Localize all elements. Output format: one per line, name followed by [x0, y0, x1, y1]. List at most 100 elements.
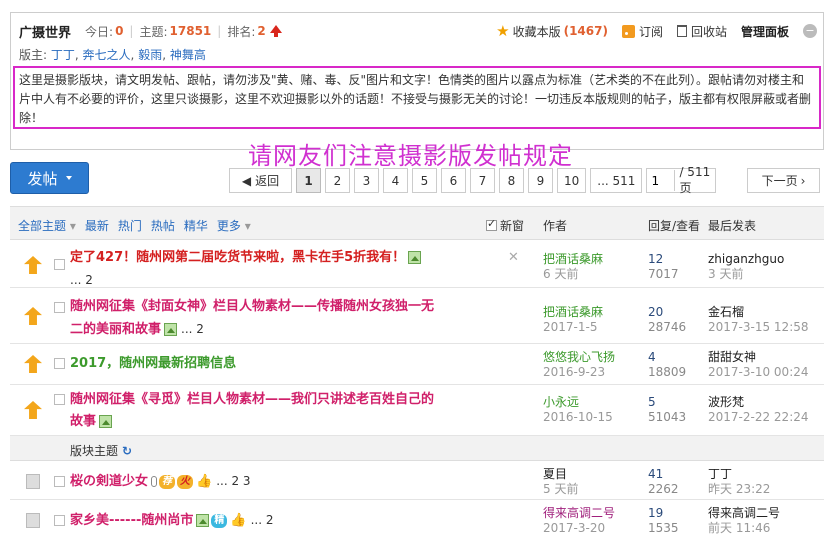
author-link[interactable]: 悠悠我心飞扬 — [543, 350, 615, 365]
reply-count[interactable]: 19 — [648, 506, 663, 520]
moderator-link[interactable]: 神舞高 — [170, 48, 206, 62]
forum-header: 广摄世界 今日: 0 | 主题: 17851 | 排名: 2 ★ 收藏本版 (1467) … — [10, 12, 824, 150]
sticky-top-icon — [24, 401, 42, 419]
star-icon: ★ — [496, 22, 510, 40]
close-icon[interactable]: ✕ — [508, 250, 519, 265]
last-poster-link[interactable]: zhiganzhguo — [708, 252, 784, 266]
author-link[interactable]: 把酒话桑麻 — [543, 252, 603, 267]
filter-digest[interactable]: 精华 — [184, 217, 208, 234]
subscribe-link[interactable]: 订阅 — [621, 23, 663, 40]
next-page-button[interactable]: 下一页 › — [747, 168, 820, 193]
page-link[interactable]: 10 — [557, 168, 587, 193]
refresh-icon[interactable]: ↻ — [122, 444, 132, 458]
moderator-link[interactable]: 丁丁 — [51, 48, 75, 62]
thread-title-link[interactable]: 桜の剣道少女 — [70, 474, 148, 489]
sticky-top-icon — [24, 307, 42, 325]
last-page-link[interactable]: ... 511 — [590, 168, 643, 193]
page-jump-input[interactable] — [647, 170, 676, 191]
last-poster-link[interactable]: 金石榴 — [708, 305, 744, 319]
thread-pages[interactable]: ... 2 — [181, 322, 204, 336]
thread-title-link[interactable]: 2017，随州网最新招聘信息 — [70, 356, 236, 371]
new-window-checkbox[interactable] — [486, 217, 497, 231]
manage-panel-link[interactable]: 管理面板 — [741, 23, 789, 40]
page-link[interactable]: 2 — [325, 168, 350, 193]
page-link[interactable]: 1 — [296, 168, 321, 193]
rank-up-icon — [269, 25, 282, 37]
thread-title-link[interactable]: 随州网征集《寻觅》栏目人物素材——我们只讲述老百姓自己的 — [70, 392, 434, 407]
table-row: 桜の剣道少女荐火 👍... 2 3 夏目 5 天前 41 2262 丁丁 昨天 23:2… — [10, 462, 824, 500]
recommend-badge: 荐 — [159, 474, 176, 489]
page-link[interactable]: 5 — [412, 168, 437, 193]
new-window-toggle[interactable]: 新窗 — [486, 217, 524, 234]
notice-text: 请网友们注意摄影版发帖规定 — [248, 142, 573, 170]
filter-all[interactable]: 全部主题 — [18, 217, 76, 234]
table-row: 随州网征集《封面女神》栏目人物素材——传播随州女孩独一无 二的美丽和故事 ... … — [10, 289, 824, 344]
chevron-down-icon — [65, 176, 72, 180]
thread-title-link[interactable]: 家乡美------随州尚市 — [70, 513, 193, 528]
row-checkbox[interactable] — [54, 515, 65, 526]
page-link[interactable]: 7 — [470, 168, 495, 193]
author-link[interactable]: 得来高调二号 — [543, 506, 615, 521]
sticky-top-icon — [24, 256, 42, 274]
recycle-bin-link[interactable]: 回收站 — [676, 23, 727, 40]
reply-count[interactable]: 4 — [648, 350, 656, 364]
table-row: 随州网征集《寻觅》栏目人物素材——我们只讲述老百姓自己的 故事 小永远 2016-… — [10, 386, 824, 436]
chevron-right-icon: › — [800, 173, 806, 188]
table-row: 定了427！随州网第二届吃货节来啦，黑卡在手5折我有！ ... 2 ✕ 把酒话桑… — [10, 241, 824, 288]
row-checkbox[interactable] — [54, 358, 65, 369]
reply-count[interactable]: 5 — [648, 395, 656, 409]
favorite-forum-link[interactable]: ★ 收藏本版 (1467) — [496, 22, 608, 40]
moderator-link[interactable]: 奔七之人 — [83, 48, 131, 62]
forum-stats-row: 广摄世界 今日: 0 | 主题: 17851 | 排名: 2 ★ 收藏本版 (1467) … — [19, 21, 817, 41]
filter-latest[interactable]: 最新 — [85, 217, 109, 234]
trash-icon — [676, 25, 687, 37]
page-link[interactable]: 3 — [354, 168, 379, 193]
author-link[interactable]: 小永远 — [543, 395, 613, 410]
chevron-left-icon: ◀ — [241, 173, 252, 188]
forum-title: 广摄世界 — [19, 25, 72, 41]
moderator-link[interactable]: 毅雨 — [138, 48, 162, 62]
last-poster-link[interactable]: 得来高调二号 — [708, 506, 780, 520]
digest-badge: 精 — [211, 513, 228, 528]
thread-title-link[interactable]: 二的美丽和故事 — [70, 322, 161, 337]
row-checkbox[interactable] — [54, 476, 65, 487]
filter-hot[interactable]: 热门 — [118, 217, 142, 234]
image-icon — [99, 415, 113, 428]
last-poster-link[interactable]: 波形梵 — [708, 395, 744, 409]
collapse-icon[interactable]: − — [803, 24, 817, 38]
rank-stat: 排名: 2 — [227, 23, 282, 40]
row-checkbox[interactable] — [54, 259, 65, 270]
filter-more[interactable]: 更多 — [217, 217, 251, 234]
author-link[interactable]: 把酒话桑麻 — [543, 305, 603, 320]
new-post-button[interactable]: 发帖 — [10, 162, 89, 194]
thread-title-link[interactable]: 故事 — [70, 414, 96, 429]
table-row: 2017，随州网最新招聘信息 悠悠我心飞扬 2016-9-23 4 18809 甜甜… — [10, 345, 824, 385]
reply-count[interactable]: 12 — [648, 252, 663, 266]
row-checkbox[interactable] — [54, 394, 65, 405]
page-link[interactable]: 4 — [383, 168, 408, 193]
section-divider: 版块主题 ↻ — [10, 436, 824, 461]
thread-title-link[interactable]: 随州网征集《封面女神》栏目人物素材——传播随州女孩独一无 — [70, 299, 434, 314]
thread-title-link[interactable]: 定了427！随州网第二届吃货节来啦，黑卡在手5折我有！ — [70, 250, 405, 265]
sticky-top-icon — [24, 355, 42, 373]
last-poster-link[interactable]: 甜甜女神 — [708, 350, 756, 364]
thread-pages[interactable]: ... 2 — [70, 273, 93, 287]
image-icon — [196, 514, 210, 527]
topics-stat: 主题: 17851 — [139, 24, 212, 39]
back-button[interactable]: ◀ 返回 — [229, 168, 292, 193]
reply-view-column-header: 回复/查看 — [648, 219, 701, 233]
last-poster-link[interactable]: 丁丁 — [708, 467, 732, 481]
filter-hot-posts[interactable]: 热帖 — [151, 217, 175, 234]
reply-count[interactable]: 41 — [648, 467, 663, 481]
page-link[interactable]: 8 — [499, 168, 524, 193]
thread-pages[interactable]: ... 2 3 — [216, 474, 250, 488]
pagination: ◀返回 1 2 3 4 5 6 7 8 9 10 ... 511 / 511 页 — [229, 165, 717, 195]
reply-count[interactable]: 20 — [648, 305, 663, 319]
author-link[interactable]: 夏目 — [543, 467, 578, 482]
thread-pages[interactable]: ... 2 — [251, 513, 274, 527]
page-link[interactable]: 9 — [528, 168, 553, 193]
thread-doc-icon — [26, 474, 40, 489]
rss-icon — [621, 24, 635, 38]
row-checkbox[interactable] — [54, 302, 65, 313]
page-link[interactable]: 6 — [441, 168, 466, 193]
